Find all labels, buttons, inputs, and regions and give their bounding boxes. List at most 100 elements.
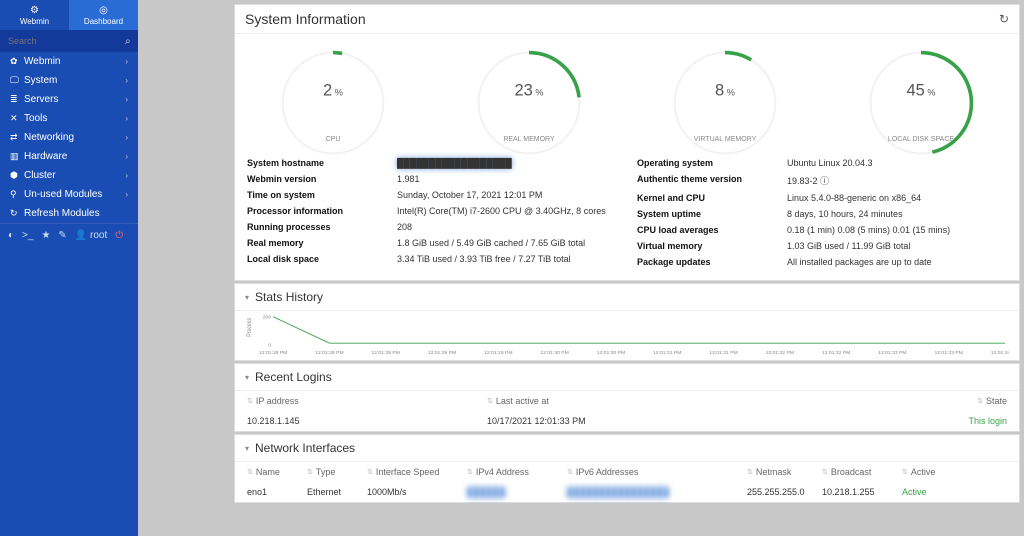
sort-icon: ⇅ xyxy=(247,397,253,405)
sidebar-item[interactable]: ⇄Networking› xyxy=(0,128,138,147)
col-name[interactable]: ⇅Name xyxy=(247,467,307,477)
col-speed[interactable]: ⇅Interface Speed xyxy=(367,467,467,477)
col-ip[interactable]: ⇅IP address xyxy=(247,396,487,406)
info-value[interactable]: Sunday, October 17, 2021 12:01 PM xyxy=(397,190,617,200)
gauge: 2 % CPU xyxy=(235,48,431,143)
stats-chart: Process020012:01:28 PM12:01:28 PM12:01:2… xyxy=(235,311,1019,360)
info-grid: System hostname██████████████████Webmin … xyxy=(235,149,1019,280)
info-value: 0.18 (1 min) 0.08 (5 mins) 0.01 (15 mins… xyxy=(787,225,1007,235)
info-value[interactable]: 8 days, 10 hours, 24 minutes xyxy=(787,209,1007,219)
col-state[interactable]: ⇅State xyxy=(807,396,1007,406)
nav-icon: ⚲ xyxy=(10,189,24,200)
svg-text:23 %: 23 % xyxy=(514,82,543,100)
info-value: Ubuntu Linux 20.04.3 xyxy=(787,158,1007,168)
nav-icon: ⇄ xyxy=(10,132,24,143)
panel-title: Stats History xyxy=(255,290,323,304)
svg-text:12:01:31 PM: 12:01:31 PM xyxy=(653,350,682,355)
network-interfaces-panel: ▾ Network Interfaces ⇅Name ⇅Type ⇅Interf… xyxy=(234,434,1020,503)
tab-webmin[interactable]: ⚙ Webmin xyxy=(0,0,69,30)
nav-label: System xyxy=(24,75,125,86)
svg-text:12:01:29 PM: 12:01:29 PM xyxy=(484,350,513,355)
svg-text:0: 0 xyxy=(268,343,271,348)
sidebar-tabs: ⚙ Webmin ◎ Dashboard xyxy=(0,0,138,30)
stats-history-panel: ▾ Stats History Process020012:01:28 PM12… xyxy=(234,283,1020,361)
logins-table: ⇅IP address ⇅Last active at ⇅State 10.21… xyxy=(235,391,1019,431)
svg-text:200: 200 xyxy=(263,315,272,319)
gauge-icon: ◎ xyxy=(99,5,108,16)
info-value[interactable]: All installed packages are up to date xyxy=(787,257,1007,267)
svg-text:2 %: 2 % xyxy=(323,82,343,100)
nav-icon: ⬢ xyxy=(10,170,24,181)
info-key: Local disk space xyxy=(247,254,397,264)
user-label[interactable]: 👤 root xyxy=(75,230,107,241)
gauge-label: REAL MEMORY xyxy=(503,136,554,143)
info-row: Operating systemUbuntu Linux 20.04.3 xyxy=(637,155,1007,171)
nav-icon: 🖵 xyxy=(10,75,24,86)
recent-logins-panel: ▾ Recent Logins ⇅IP address ⇅Last active… xyxy=(234,363,1020,432)
info-row: Kernel and CPULinux 5.4.0-88-generic on … xyxy=(637,190,1007,206)
svg-text:12:01:30 PM: 12:01:30 PM xyxy=(540,350,569,355)
info-row: CPU load averages0.18 (1 min) 0.08 (5 mi… xyxy=(637,222,1007,238)
chevron-down-icon: ▾ xyxy=(245,444,249,453)
cell-broadcast: 10.218.1.255 xyxy=(822,487,902,497)
sidebar-item[interactable]: ⬢Cluster› xyxy=(0,166,138,185)
svg-text:12:01:28 PM: 12:01:28 PM xyxy=(315,350,344,355)
main-content: System Information ↻ 2 % CPU 23 % REAL M… xyxy=(230,0,1024,536)
col-type[interactable]: ⇅Type xyxy=(307,467,367,477)
info-key: Real memory xyxy=(247,238,397,248)
refresh-icon[interactable]: ↻ xyxy=(999,12,1009,26)
gauges-row: 2 % CPU 23 % REAL MEMORY 8 % VIRTUAL MEM… xyxy=(235,34,1019,149)
sidebar-item[interactable]: ⚲Un-used Modules› xyxy=(0,185,138,204)
chevron-down-icon: ▾ xyxy=(245,373,249,382)
search-input[interactable] xyxy=(8,36,125,46)
col-ipv6[interactable]: ⇅IPv6 Addresses xyxy=(567,467,747,477)
info-row: Real memory1.8 GiB used / 5.49 GiB cache… xyxy=(247,235,617,251)
sidebar-item[interactable]: ✿Webmin› xyxy=(0,52,138,71)
col-active[interactable]: ⇅Active xyxy=(902,467,1007,477)
terminal-icon[interactable]: >_ xyxy=(22,230,33,241)
chevron-right-icon: › xyxy=(125,133,128,142)
power-icon[interactable]: ⏻ xyxy=(115,230,123,241)
cell-active: Active xyxy=(902,487,1007,497)
cell-type: Ethernet xyxy=(307,487,367,497)
nav-label: Webmin xyxy=(24,56,125,67)
cell-last: 10/17/2021 12:01:33 PM xyxy=(487,416,807,426)
col-netmask[interactable]: ⇅Netmask xyxy=(747,467,822,477)
info-row: Package updatesAll installed packages ar… xyxy=(637,254,1007,270)
tab-label: Dashboard xyxy=(84,17,123,26)
gauge: 45 % LOCAL DISK SPACE xyxy=(823,48,1019,143)
star-icon[interactable]: ★ xyxy=(41,230,50,241)
col-last[interactable]: ⇅Last active at xyxy=(487,396,807,406)
info-value: 1.03 GiB used / 11.99 GiB total xyxy=(787,241,1007,251)
panel-header[interactable]: ▾ Network Interfaces xyxy=(235,435,1019,462)
sidebar-item[interactable]: 🖵System› xyxy=(0,71,138,90)
nav-icon: ✿ xyxy=(10,56,24,67)
table-row[interactable]: 10.218.1.14510/17/2021 12:01:33 PMThis l… xyxy=(235,411,1019,431)
nav-icon: ↻ xyxy=(10,208,24,219)
sidebar-item[interactable]: ↻Refresh Modules xyxy=(0,204,138,223)
nav-label: Cluster xyxy=(24,170,125,181)
nav-label: Refresh Modules xyxy=(24,208,128,219)
system-info-panel: System Information ↻ 2 % CPU 23 % REAL M… xyxy=(234,4,1020,281)
info-row: Virtual memory1.03 GiB used / 11.99 GiB … xyxy=(637,238,1007,254)
edit-icon[interactable]: ✎ xyxy=(58,230,66,241)
panel-header[interactable]: ▾ Recent Logins xyxy=(235,364,1019,391)
table-row[interactable]: eno1 Ethernet 1000Mb/s ██████ ██████████… xyxy=(235,482,1019,502)
info-row: Local disk space3.34 TiB used / 3.93 TiB… xyxy=(247,251,617,267)
nav-label: Servers xyxy=(24,94,125,105)
tab-dashboard[interactable]: ◎ Dashboard xyxy=(69,0,138,30)
sidebar-item[interactable]: ✕Tools› xyxy=(0,109,138,128)
chevron-right-icon: › xyxy=(125,171,128,180)
col-broadcast[interactable]: ⇅Broadcast xyxy=(822,467,902,477)
sidebar-item[interactable]: ≣Servers› xyxy=(0,90,138,109)
panel-header[interactable]: ▾ Stats History xyxy=(235,284,1019,311)
search-icon[interactable]: ⌕ xyxy=(125,36,131,47)
info-value[interactable]: 208 xyxy=(397,222,617,232)
sidebar-item[interactable]: ▥Hardware› xyxy=(0,147,138,166)
night-mode-icon[interactable]: ◐ xyxy=(8,230,14,241)
col-ipv4[interactable]: ⇅IPv4 Address xyxy=(467,467,567,477)
nav-label: Networking xyxy=(24,132,125,143)
nav-label: Un-used Modules xyxy=(24,189,125,200)
chevron-right-icon: › xyxy=(125,57,128,66)
svg-text:12:01:28 PM: 12:01:28 PM xyxy=(372,350,401,355)
